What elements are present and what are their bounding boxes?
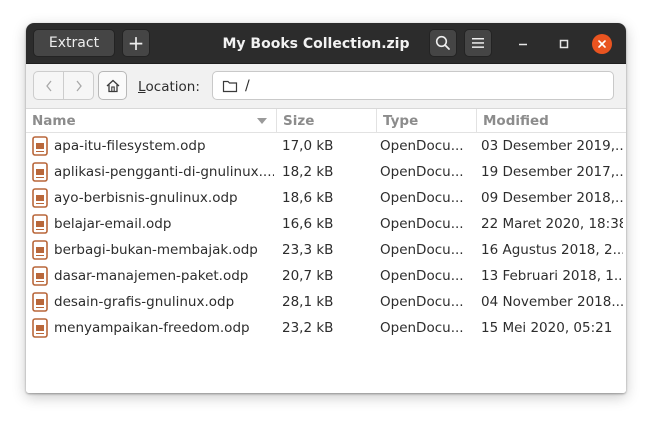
- presentation-file-icon: [32, 240, 48, 260]
- minimize-button[interactable]: [513, 34, 533, 54]
- maximize-button[interactable]: [554, 34, 574, 54]
- table-header: Name Size Type Modified: [26, 109, 626, 133]
- file-size: 16,6 kB: [282, 216, 334, 232]
- file-type: OpenDocu...: [380, 294, 464, 310]
- location-field[interactable]: /: [212, 71, 614, 100]
- column-header-modified[interactable]: Modified: [476, 109, 626, 133]
- table-body: apa-itu-filesystem.odp 17,0 kB OpenDocu.…: [26, 133, 626, 341]
- file-name: berbagi-bukan-membajak.odp: [54, 242, 258, 258]
- presentation-file-icon: [32, 162, 48, 182]
- file-modified: 04 November 2018...: [481, 294, 623, 310]
- file-type: OpenDocu...: [380, 242, 464, 258]
- file-modified: 16 Agustus 2018, 2...: [481, 242, 623, 258]
- file-size: 18,2 kB: [282, 164, 334, 180]
- back-button[interactable]: [34, 72, 63, 99]
- window-title: My Books Collection.zip: [222, 35, 410, 52]
- file-name: dasar-manajemen-paket.odp: [54, 268, 249, 284]
- file-size: 28,1 kB: [282, 294, 334, 310]
- file-name: menyampaikan-freedom.odp: [54, 320, 250, 336]
- navigation-buttons: [33, 71, 94, 100]
- column-header-type[interactable]: Type: [376, 109, 476, 133]
- file-modified: 09 Desember 2018,...: [481, 190, 623, 206]
- hamburger-menu-icon: [472, 38, 484, 48]
- file-name: ayo-berbisnis-gnulinux.odp: [54, 190, 238, 206]
- file-modified: 19 Desember 2017,...: [481, 164, 623, 180]
- chevron-right-icon: [76, 80, 82, 91]
- presentation-file-icon: [32, 266, 48, 286]
- home-button[interactable]: [98, 71, 127, 100]
- table-row[interactable]: belajar-email.odp 16,6 kB OpenDocu... 22…: [26, 211, 626, 237]
- search-icon: [435, 35, 450, 50]
- file-name: apa-itu-filesystem.odp: [54, 138, 206, 154]
- file-modified: 13 Februari 2018, 1...: [481, 268, 623, 284]
- file-icon-cell: [30, 315, 50, 341]
- menu-button[interactable]: [464, 29, 492, 57]
- file-size: 17,0 kB: [282, 138, 334, 154]
- file-icon-cell: [30, 237, 50, 263]
- file-modified: 15 Mei 2020, 05:21: [481, 320, 613, 336]
- presentation-file-icon: [32, 292, 48, 312]
- location-value: /: [245, 77, 250, 94]
- header-bar: Extract + My Books Collection.zip: [26, 23, 626, 64]
- location-label: Location:: [138, 64, 200, 109]
- file-type: OpenDocu...: [380, 216, 464, 232]
- file-icon-cell: [30, 133, 50, 159]
- file-size: 23,3 kB: [282, 242, 334, 258]
- presentation-file-icon: [32, 318, 48, 338]
- column-header-name[interactable]: Name: [26, 109, 276, 133]
- column-header-size[interactable]: Size: [276, 109, 376, 133]
- table-row[interactable]: apa-itu-filesystem.odp 17,0 kB OpenDocu.…: [26, 133, 626, 159]
- forward-button[interactable]: [63, 72, 93, 99]
- close-icon: [598, 40, 606, 48]
- folder-icon: [222, 80, 238, 92]
- table-row[interactable]: ayo-berbisnis-gnulinux.odp 18,6 kB OpenD…: [26, 185, 626, 211]
- archive-manager-window: Extract + My Books Collection.zip L ocat…: [26, 23, 626, 393]
- file-type: OpenDocu...: [380, 190, 464, 206]
- file-icon-cell: [30, 263, 50, 289]
- file-modified: 03 Desember 2019,...: [481, 138, 623, 154]
- presentation-file-icon: [32, 136, 48, 156]
- file-icon-cell: [30, 185, 50, 211]
- maximize-icon: [559, 39, 569, 49]
- sort-descending-icon: [257, 118, 267, 124]
- location-label-accel: L: [138, 78, 146, 95]
- file-list: Name Size Type Modified apa-itu-filesyst…: [26, 109, 626, 393]
- file-type: OpenDocu...: [380, 138, 464, 154]
- file-modified: 22 Maret 2020, 18:38: [481, 216, 623, 232]
- column-name-label: Name: [32, 113, 76, 129]
- file-icon-cell: [30, 289, 50, 315]
- file-size: 23,2 kB: [282, 320, 334, 336]
- location-toolbar: Location: /: [26, 64, 626, 109]
- file-icon-cell: [30, 211, 50, 237]
- file-size: 18,6 kB: [282, 190, 334, 206]
- file-type: OpenDocu...: [380, 268, 464, 284]
- file-icon-cell: [30, 159, 50, 185]
- file-name: belajar-email.odp: [54, 216, 172, 232]
- file-name: desain-grafis-gnulinux.odp: [54, 294, 235, 310]
- table-row[interactable]: desain-grafis-gnulinux.odp 28,1 kB OpenD…: [26, 289, 626, 315]
- table-row[interactable]: menyampaikan-freedom.odp 23,2 kB OpenDoc…: [26, 315, 626, 341]
- close-button[interactable]: [592, 34, 612, 54]
- presentation-file-icon: [32, 188, 48, 208]
- file-size: 20,7 kB: [282, 268, 334, 284]
- minimize-icon: [519, 43, 527, 46]
- extract-button[interactable]: Extract: [33, 29, 115, 57]
- chevron-left-icon: [45, 80, 52, 91]
- table-row[interactable]: berbagi-bukan-membajak.odp 23,3 kB OpenD…: [26, 237, 626, 263]
- location-label-text: ocation:: [145, 78, 200, 95]
- file-type: OpenDocu...: [380, 320, 464, 336]
- presentation-file-icon: [32, 214, 48, 234]
- table-row[interactable]: aplikasi-pengganti-di-gnulinux.... 18,2 …: [26, 159, 626, 185]
- search-button[interactable]: [429, 29, 457, 57]
- file-type: OpenDocu...: [380, 164, 464, 180]
- table-row[interactable]: dasar-manajemen-paket.odp 20,7 kB OpenDo…: [26, 263, 626, 289]
- home-icon: [106, 79, 119, 92]
- file-name: aplikasi-pengganti-di-gnulinux....: [54, 164, 274, 180]
- add-files-button[interactable]: +: [122, 29, 150, 57]
